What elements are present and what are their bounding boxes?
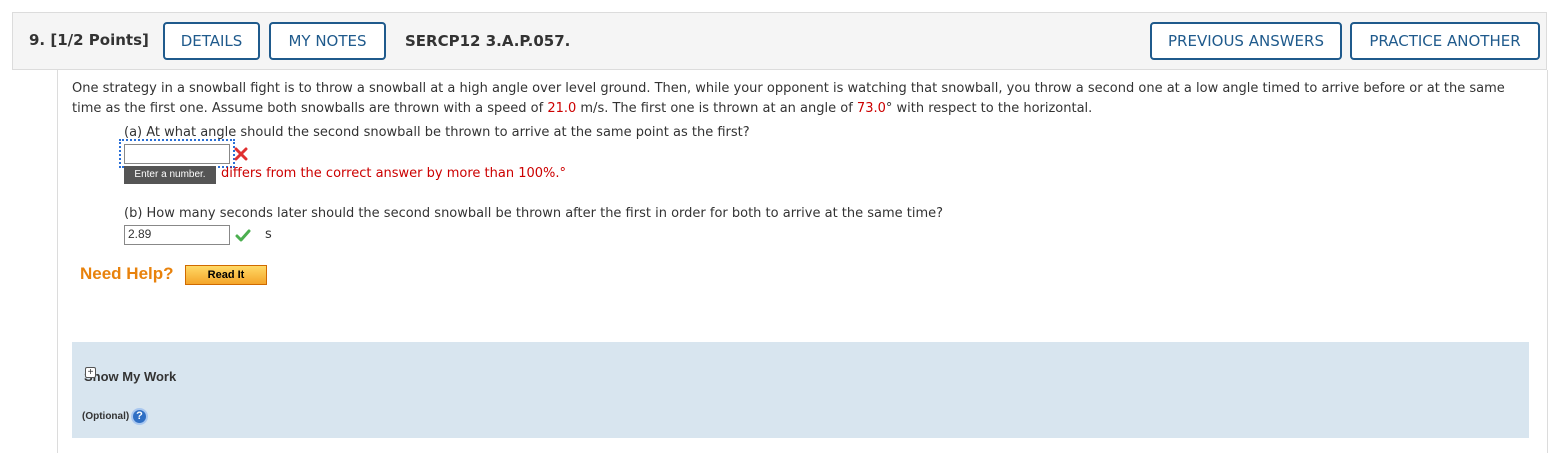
part-b-answer-input[interactable]: 2.89 <box>124 225 230 245</box>
question-number-and-points: 9. [1/2 Points] <box>29 31 149 49</box>
show-my-work-panel <box>72 342 1529 438</box>
correct-check-icon <box>235 229 251 242</box>
part-a-answer-input[interactable] <box>124 144 230 164</box>
incorrect-icon <box>234 147 248 161</box>
part-b-label: (b) How many seconds later should the se… <box>124 206 944 221</box>
part-a-feedback: differs from the correct answer by more … <box>221 166 567 181</box>
problem-statement: One strategy in a snowball fight is to t… <box>72 79 1532 119</box>
expand-plus-icon[interactable]: + <box>85 367 96 378</box>
previous-answers-button[interactable]: PREVIOUS ANSWERS <box>1150 22 1342 60</box>
speed-value: 21.0 <box>547 101 577 116</box>
problem-text-3: ° with respect to the horizontal. <box>885 101 1093 116</box>
help-question-icon[interactable]: ? <box>131 408 148 425</box>
show-my-work-label[interactable]: Show My Work <box>84 369 176 384</box>
question-points: [1/2 Points] <box>50 31 149 49</box>
angle-value: 73.0 <box>856 101 886 116</box>
read-it-button[interactable]: Read It <box>185 265 267 285</box>
optional-label: (Optional) <box>82 411 130 422</box>
problem-text-2: m/s. The first one is thrown at an angle… <box>576 101 857 116</box>
details-button[interactable]: DETAILS <box>163 22 260 60</box>
part-a-label: (a) At what angle should the second snow… <box>124 125 750 140</box>
my-notes-button[interactable]: MY NOTES <box>269 22 386 60</box>
problem-code: SERCP12 3.A.P.057. <box>405 32 571 50</box>
part-b-unit: s <box>265 227 272 242</box>
practice-another-button[interactable]: PRACTICE ANOTHER <box>1350 22 1540 60</box>
need-help-label: Need Help? <box>80 264 174 283</box>
question-number: 9. <box>29 31 46 49</box>
enter-number-tooltip: Enter a number. <box>124 166 216 184</box>
question-header: 9. [1/2 Points] DETAILS MY NOTES SERCP12… <box>12 12 1547 70</box>
